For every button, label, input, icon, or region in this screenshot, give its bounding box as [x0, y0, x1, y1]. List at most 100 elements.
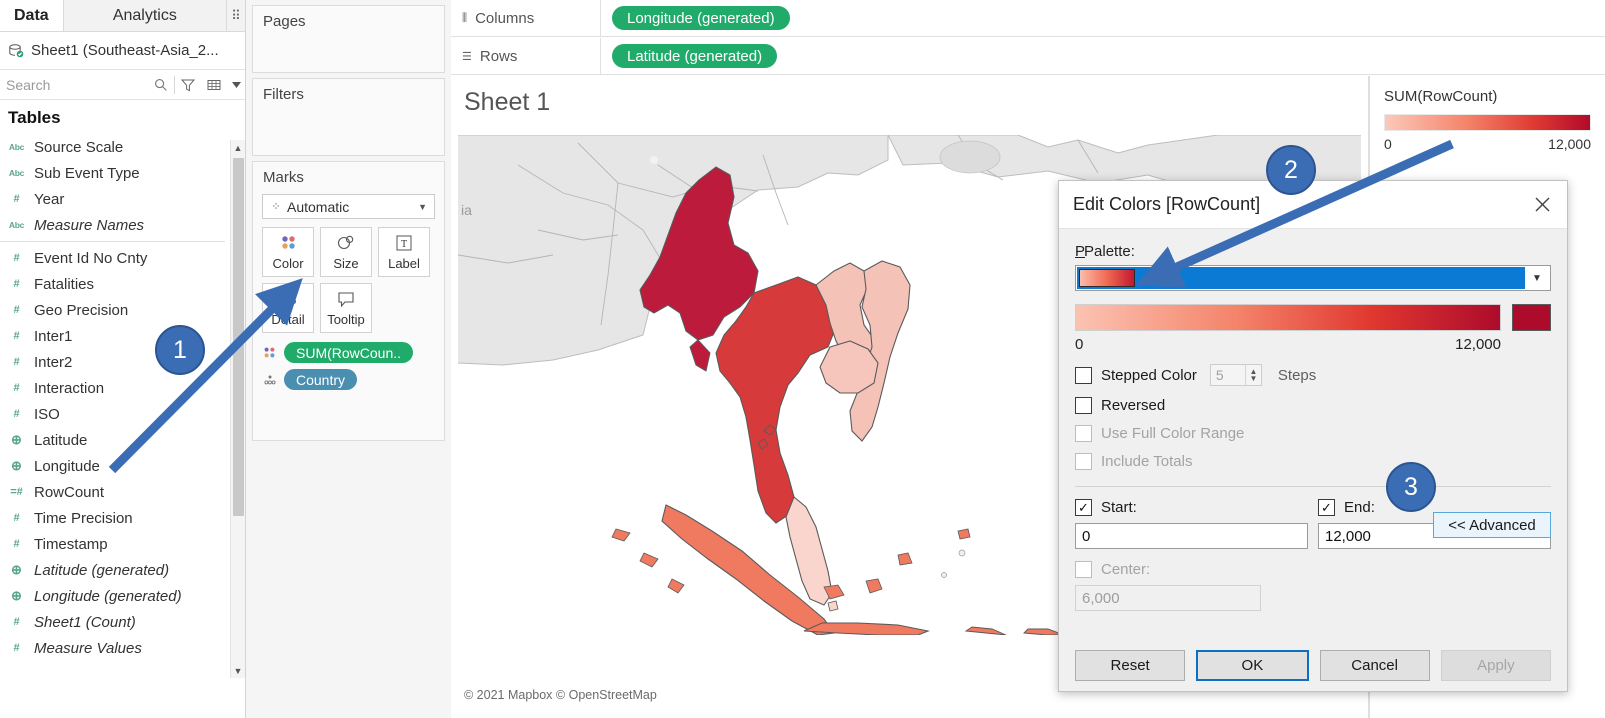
detail-icon — [262, 374, 277, 386]
field-item[interactable]: # Timestamp — [8, 531, 225, 557]
search-icon[interactable] — [148, 78, 174, 92]
number-field-icon: # — [13, 278, 20, 290]
include-totals-label: Include Totals — [1101, 453, 1193, 470]
field-item[interactable]: # ISO — [8, 401, 225, 427]
rows-pill-area[interactable]: Latitude (generated) — [601, 44, 778, 68]
stepper-arrows-icon[interactable]: ▲ ▼ — [1244, 365, 1261, 385]
pill-longitude-generated[interactable]: Longitude (generated) — [612, 6, 790, 30]
country-singapore[interactable] — [827, 600, 839, 612]
filters-card[interactable]: Filters — [252, 78, 445, 156]
filter-icon[interactable] — [175, 78, 201, 92]
field-item[interactable]: ⊕ Latitude — [8, 427, 225, 453]
marks-pill-detail[interactable]: Country — [253, 366, 444, 393]
end-checkbox[interactable]: ✓ — [1318, 499, 1335, 516]
geo-field-icon: ⊕ — [11, 588, 22, 603]
steps-value: 5 — [1215, 367, 1224, 383]
use-full-color-range-checkbox — [1075, 425, 1092, 442]
geo-field-icon: ⊕ — [11, 458, 22, 473]
advanced-button[interactable]: << Advanced — [1433, 512, 1551, 538]
field-item[interactable]: # Fatalities — [8, 271, 225, 297]
map-islet — [958, 549, 966, 557]
grid-icon[interactable] — [201, 79, 227, 91]
color-icon — [262, 346, 277, 359]
rows-shelf-label-box: ☰ Rows — [451, 38, 601, 74]
color-mark-button[interactable]: Color — [262, 227, 314, 277]
field-item[interactable]: # Geo Precision — [8, 297, 225, 323]
pages-card[interactable]: Pages — [252, 5, 445, 73]
field-item-rowcount[interactable]: =# RowCount — [8, 479, 225, 505]
annotation-badge-1: 1 — [155, 325, 205, 375]
field-label: Event Id No Cnty — [34, 249, 148, 267]
more-options-icon[interactable]: ⠿ — [227, 0, 245, 31]
stepped-color-checkbox[interactable] — [1075, 366, 1092, 384]
search-field-wrap[interactable] — [0, 71, 148, 99]
field-item[interactable]: Abc Source Scale — [8, 134, 225, 160]
color-ramp-preview[interactable] — [1075, 304, 1501, 331]
field-item[interactable]: Abc Measure Names — [8, 212, 225, 238]
label-mark-button[interactable]: T Label — [378, 227, 430, 277]
marks-pill-color[interactable]: SUM(RowCoun.. — [253, 339, 444, 366]
palette-dropdown[interactable]: Red ▼ — [1075, 265, 1551, 291]
datasource-row[interactable]: Sheet1 (Southeast-Asia_2... — [0, 32, 245, 70]
steps-stepper[interactable]: 5 ▲ ▼ — [1209, 364, 1262, 386]
size-mark-button[interactable]: Size — [320, 227, 372, 277]
cancel-button[interactable]: Cancel — [1319, 650, 1430, 681]
field-item[interactable]: # Year — [8, 186, 225, 212]
field-item[interactable]: ⊕ Longitude — [8, 453, 225, 479]
field-item[interactable]: # Interaction — [8, 375, 225, 401]
reversed-row[interactable]: Reversed — [1075, 397, 1551, 414]
pill-sum-rowcount[interactable]: SUM(RowCoun.. — [284, 342, 414, 363]
columns-pill-area[interactable]: Longitude (generated) — [601, 6, 790, 30]
scroll-up-icon[interactable]: ▲ — [231, 140, 245, 155]
search-input[interactable] — [0, 71, 148, 98]
country-thailand[interactable] — [715, 276, 837, 524]
tab-data[interactable]: Data — [0, 0, 63, 31]
tooltip-mark-button[interactable]: Tooltip — [320, 283, 372, 333]
map-attribution: © 2021 Mapbox © OpenStreetMap — [464, 688, 657, 702]
field-item[interactable]: # Event Id No Cnty — [8, 245, 225, 271]
database-icon — [9, 43, 24, 57]
chevron-down-icon[interactable]: ▼ — [1525, 267, 1549, 289]
map-islet[interactable] — [957, 528, 971, 540]
start-row[interactable]: ✓ Start: — [1075, 499, 1308, 516]
pane-tabs: Data Analytics ⠿ — [0, 0, 245, 32]
number-field-icon: # — [13, 616, 20, 628]
field-list-scrollbar[interactable]: ▲ ▼ — [230, 140, 245, 678]
field-item[interactable]: ⊕ Latitude (generated) — [8, 557, 225, 583]
close-icon[interactable] — [1525, 188, 1559, 222]
field-item[interactable]: # Time Precision — [8, 505, 225, 531]
tab-analytics[interactable]: Analytics — [62, 0, 227, 31]
dialog-titlebar: Edit Colors [RowCount] — [1059, 181, 1567, 229]
palette-swatch — [1079, 269, 1135, 287]
field-label: Longitude (generated) — [34, 587, 182, 605]
color-mark-label: Color — [272, 256, 304, 271]
start-input[interactable] — [1075, 523, 1308, 549]
marks-type-dropdown[interactable]: ⁘ Automatic ▼ — [262, 194, 435, 219]
chevron-down-icon[interactable] — [227, 81, 245, 88]
number-field-icon: # — [13, 408, 20, 420]
columns-shelf[interactable]: ⫼ Columns Longitude (generated) — [451, 0, 1605, 37]
stepped-color-row[interactable]: Stepped Color 5 ▲ ▼ Steps — [1075, 364, 1551, 386]
sheet-title[interactable]: Sheet 1 — [451, 76, 1368, 127]
start-checkbox[interactable]: ✓ — [1075, 499, 1092, 516]
field-label: Inter2 — [34, 353, 73, 371]
scroll-down-icon[interactable]: ▼ — [231, 663, 245, 678]
steps-label: Steps — [1277, 366, 1317, 384]
field-item[interactable]: # Sheet1 (Count) — [8, 609, 225, 635]
field-label: Sheet1 (Count) — [34, 613, 136, 631]
field-item[interactable]: # Measure Values — [8, 635, 225, 661]
ok-button[interactable]: OK — [1196, 650, 1309, 681]
pill-latitude-generated[interactable]: Latitude (generated) — [612, 44, 778, 68]
reversed-checkbox[interactable] — [1075, 397, 1092, 414]
country-myanmar-tail[interactable] — [689, 339, 711, 372]
reset-button[interactable]: Reset — [1075, 650, 1186, 681]
rows-shelf[interactable]: ☰ Rows Latitude (generated) — [451, 38, 1605, 75]
field-item[interactable]: Abc Sub Event Type — [8, 160, 225, 186]
scrollbar-thumb[interactable] — [233, 158, 244, 516]
palette-selected-option[interactable]: Red — [1077, 267, 1525, 289]
pill-country[interactable]: Country — [284, 369, 358, 390]
field-item[interactable]: ⊕ Longitude (generated) — [8, 583, 225, 609]
color-ramp-end-swatch[interactable] — [1512, 304, 1551, 331]
use-full-color-range-row: Use Full Color Range — [1075, 425, 1551, 442]
detail-mark-button[interactable]: Detail — [262, 283, 314, 333]
